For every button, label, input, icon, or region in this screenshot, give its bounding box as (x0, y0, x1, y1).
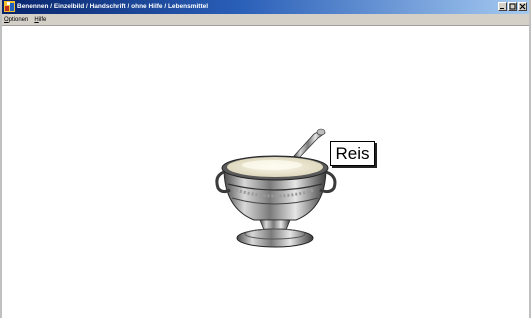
app-window: Benennen / Einzelbild / Handschrift / oh… (0, 0, 531, 318)
menu-optionen-label: ptionen (8, 16, 29, 23)
menu-optionen[interactable]: Optionen (2, 15, 31, 25)
window-title: Benennen / Einzelbild / Handschrift / oh… (17, 3, 209, 10)
window-controls (498, 2, 527, 11)
minimize-icon (500, 8, 504, 9)
title-bar[interactable]: Benennen / Einzelbild / Handschrift / oh… (2, 0, 529, 14)
maximize-icon (509, 3, 516, 10)
rice-bowl-icon (215, 128, 337, 248)
word-label: Reis (330, 141, 375, 166)
close-button[interactable] (518, 2, 527, 11)
close-icon (519, 3, 526, 10)
maximize-button[interactable] (508, 2, 517, 11)
exercise-area: Reis (2, 26, 529, 318)
minimize-button[interactable] (498, 2, 507, 11)
menu-hilfe-label: ilfe (38, 16, 47, 23)
menu-hilfe[interactable]: Hilfe (31, 15, 49, 25)
menu-bar: Optionen Hilfe (2, 14, 529, 26)
app-icon[interactable] (4, 1, 15, 12)
